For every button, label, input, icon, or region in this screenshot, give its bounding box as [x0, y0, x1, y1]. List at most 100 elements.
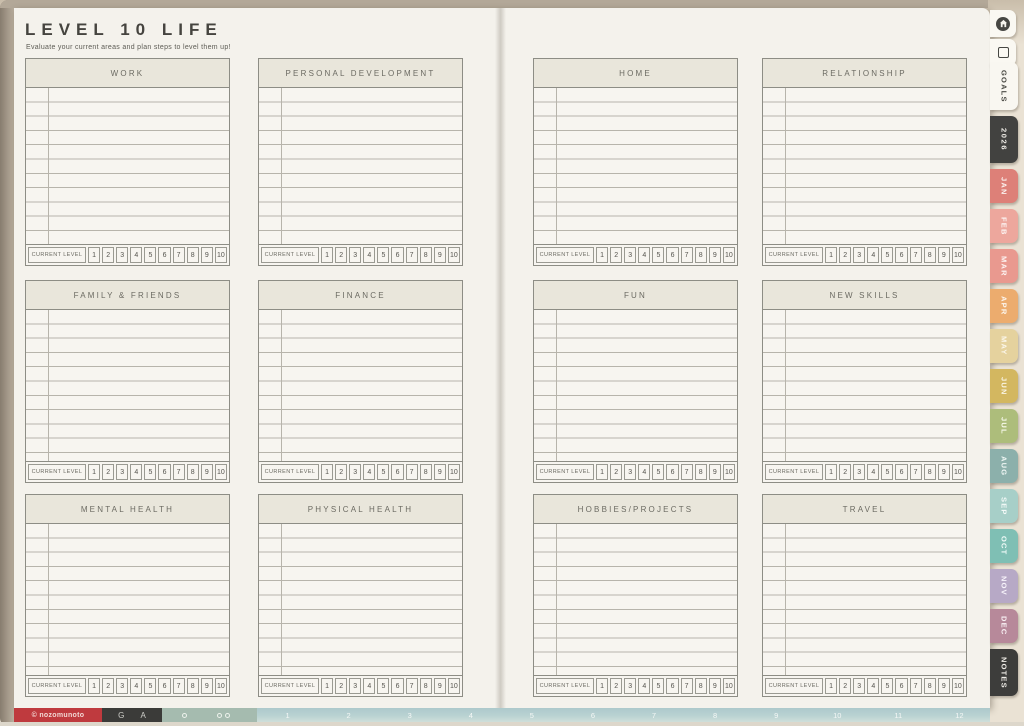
- tab-2026[interactable]: 2026: [990, 116, 1018, 163]
- level-cell[interactable]: 5: [144, 464, 157, 480]
- writing-area[interactable]: [534, 88, 737, 244]
- level-cell[interactable]: 4: [638, 464, 651, 480]
- writing-area[interactable]: [259, 524, 462, 675]
- level-cell[interactable]: 5: [377, 678, 390, 694]
- level-cell[interactable]: 7: [680, 678, 693, 694]
- level-cell[interactable]: 1: [825, 678, 838, 694]
- level-cell[interactable]: 9: [433, 678, 446, 694]
- level-cell[interactable]: 2: [335, 678, 348, 694]
- level-cell[interactable]: 4: [363, 464, 376, 480]
- footer-month-link[interactable]: 2: [318, 708, 379, 722]
- level-cell[interactable]: 4: [363, 678, 376, 694]
- writing-area[interactable]: [763, 88, 966, 244]
- level-cell[interactable]: 8: [923, 247, 936, 263]
- level-cell[interactable]: 5: [881, 678, 894, 694]
- tab-jun[interactable]: JUN: [990, 369, 1018, 403]
- level-cell[interactable]: 2: [335, 464, 348, 480]
- level-cell[interactable]: 6: [895, 247, 908, 263]
- level-cell[interactable]: 6: [391, 464, 404, 480]
- level-cell[interactable]: 5: [652, 678, 665, 694]
- footer-month-link[interactable]: 7: [623, 708, 684, 722]
- level-cell[interactable]: 6: [391, 678, 404, 694]
- tab-sep[interactable]: SEP: [990, 489, 1018, 523]
- level-cell[interactable]: 6: [158, 464, 171, 480]
- level-cell[interactable]: 1: [88, 464, 101, 480]
- level-cell[interactable]: 2: [839, 464, 852, 480]
- level-cell[interactable]: 2: [839, 247, 852, 263]
- level-cell[interactable]: 6: [666, 678, 679, 694]
- level-cell[interactable]: 9: [708, 247, 721, 263]
- level-cell[interactable]: 6: [895, 464, 908, 480]
- level-cell[interactable]: 1: [825, 464, 838, 480]
- level-cell[interactable]: 7: [909, 247, 922, 263]
- footer-month-link[interactable]: 9: [746, 708, 807, 722]
- writing-area[interactable]: [26, 524, 229, 675]
- level-cell[interactable]: 5: [377, 464, 390, 480]
- level-cell[interactable]: 8: [923, 678, 936, 694]
- level-cell[interactable]: 3: [116, 464, 129, 480]
- home-tab[interactable]: [990, 10, 1016, 37]
- level-cell[interactable]: 7: [909, 464, 922, 480]
- level-cell[interactable]: 9: [708, 678, 721, 694]
- level-cell[interactable]: 1: [596, 678, 609, 694]
- level-cell[interactable]: 10: [447, 678, 460, 694]
- level-cell[interactable]: 4: [867, 464, 880, 480]
- level-cell[interactable]: 10: [722, 247, 735, 263]
- level-cell[interactable]: 3: [624, 247, 637, 263]
- level-cell[interactable]: 8: [694, 678, 707, 694]
- footer-month-link[interactable]: 4: [440, 708, 501, 722]
- level-cell[interactable]: 2: [610, 678, 623, 694]
- level-cell[interactable]: 3: [853, 464, 866, 480]
- level-cell[interactable]: 7: [405, 247, 418, 263]
- level-cell[interactable]: 9: [200, 678, 213, 694]
- level-cell[interactable]: 3: [116, 678, 129, 694]
- footer-month-link[interactable]: 1: [257, 708, 318, 722]
- level-cell[interactable]: 3: [349, 678, 362, 694]
- level-cell[interactable]: 2: [102, 678, 115, 694]
- level-cell[interactable]: 9: [433, 464, 446, 480]
- level-cell[interactable]: 5: [144, 247, 157, 263]
- level-cell[interactable]: 4: [638, 678, 651, 694]
- level-cell[interactable]: 8: [186, 247, 199, 263]
- level-cell[interactable]: 8: [694, 464, 707, 480]
- level-cell[interactable]: 9: [200, 247, 213, 263]
- footer-link[interactable]: A: [141, 711, 146, 720]
- writing-area[interactable]: [763, 524, 966, 675]
- footer-month-link[interactable]: 12: [929, 708, 990, 722]
- level-cell[interactable]: 8: [694, 247, 707, 263]
- level-cell[interactable]: 10: [447, 247, 460, 263]
- level-cell[interactable]: 8: [186, 678, 199, 694]
- level-cell[interactable]: 7: [172, 678, 185, 694]
- level-cell[interactable]: 6: [895, 678, 908, 694]
- level-cell[interactable]: 4: [638, 247, 651, 263]
- tab-mar[interactable]: MAR: [990, 249, 1018, 283]
- level-cell[interactable]: 4: [130, 464, 143, 480]
- level-cell[interactable]: 5: [652, 247, 665, 263]
- level-cell[interactable]: 1: [825, 247, 838, 263]
- footer-month-link[interactable]: 5: [501, 708, 562, 722]
- level-cell[interactable]: 10: [214, 464, 227, 480]
- level-cell[interactable]: 10: [214, 678, 227, 694]
- level-cell[interactable]: 10: [951, 678, 964, 694]
- double-dot-icon[interactable]: [217, 712, 230, 718]
- level-cell[interactable]: 9: [433, 247, 446, 263]
- level-cell[interactable]: 3: [853, 678, 866, 694]
- level-cell[interactable]: 4: [130, 678, 143, 694]
- level-cell[interactable]: 8: [186, 464, 199, 480]
- level-cell[interactable]: 4: [130, 247, 143, 263]
- footer-month-link[interactable]: 8: [685, 708, 746, 722]
- level-cell[interactable]: 2: [335, 247, 348, 263]
- level-cell[interactable]: 4: [867, 678, 880, 694]
- level-cell[interactable]: 1: [321, 247, 334, 263]
- writing-area[interactable]: [26, 88, 229, 244]
- level-cell[interactable]: 3: [624, 678, 637, 694]
- level-cell[interactable]: 5: [881, 247, 894, 263]
- writing-area[interactable]: [26, 310, 229, 461]
- tab-apr[interactable]: APR: [990, 289, 1018, 323]
- level-cell[interactable]: 7: [405, 464, 418, 480]
- footer-month-link[interactable]: 6: [562, 708, 623, 722]
- tab-may[interactable]: MAY: [990, 329, 1018, 363]
- level-cell[interactable]: 10: [722, 464, 735, 480]
- level-cell[interactable]: 1: [88, 678, 101, 694]
- footer-month-link[interactable]: 10: [807, 708, 868, 722]
